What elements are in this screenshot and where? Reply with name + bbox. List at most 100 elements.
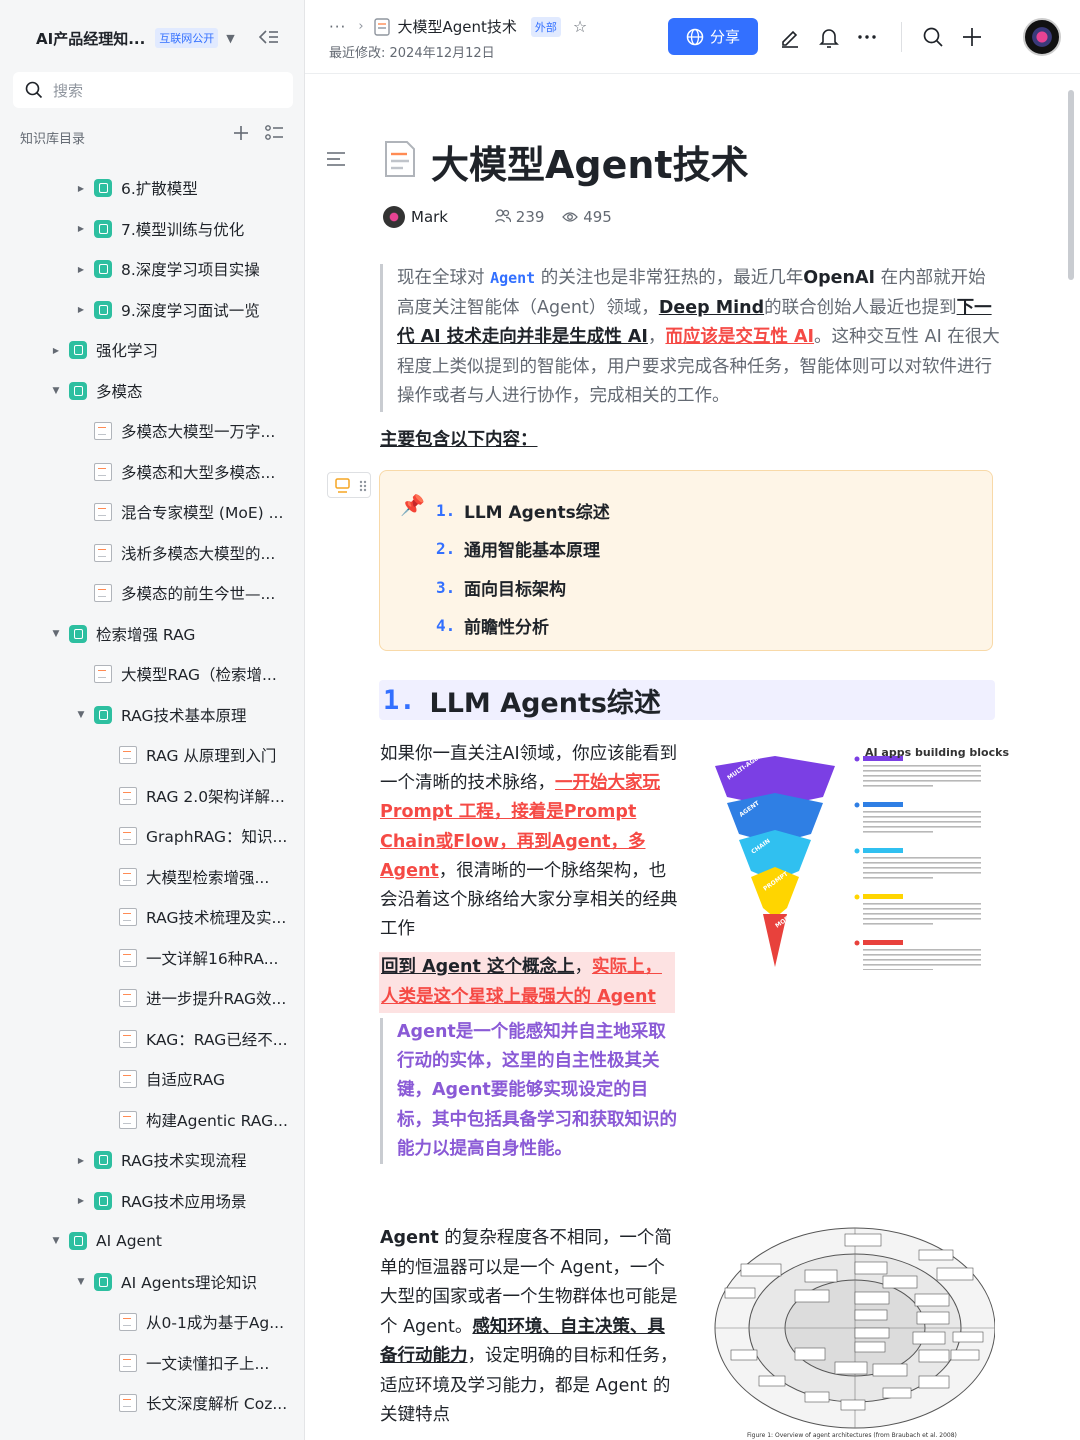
layer-dot [854, 940, 860, 946]
author-avatar [383, 206, 405, 228]
sidebar-item-label: 构建Agentic RAG... [146, 1111, 288, 1130]
share-button[interactable]: 分享 [668, 18, 758, 55]
outline-icon[interactable] [327, 152, 345, 166]
chevron-right-icon[interactable]: ▶ [50, 346, 62, 355]
sidebar-item[interactable]: 进一步提升RAG效... [0, 978, 305, 1019]
chevron-down-icon[interactable]: ▼ [50, 386, 62, 396]
sidebar-item[interactable]: ▶ RAG技术应用场景 [0, 1181, 305, 1222]
chevron-right-icon[interactable]: ▶ [75, 1156, 87, 1165]
layer-tag [863, 940, 903, 945]
sidebar-item[interactable]: RAG 从原理到入门 [0, 735, 305, 776]
sidebar-item[interactable]: ▶ 9.深度学习面试一览 [0, 290, 305, 331]
layer-tag [863, 894, 903, 899]
chevron-down-icon[interactable]: ▼ [75, 1277, 87, 1287]
text-line [863, 826, 981, 828]
chevron-down-icon[interactable]: ▼ [226, 32, 234, 45]
chevron-down-icon[interactable]: ▼ [50, 629, 62, 639]
layer-dot [854, 756, 860, 762]
sidebar-item[interactable]: 一文详解16种RA... [0, 938, 305, 979]
text-line [863, 872, 981, 874]
sidebar-item[interactable]: 大模型检索增强... [0, 857, 305, 898]
sidebar-item-label: 7.模型训练与优化 [121, 220, 245, 239]
block-handle[interactable] [327, 472, 371, 498]
breadcrumb: ··· › 大模型Agent技术 外部 ☆ [329, 16, 587, 37]
sidebar-item[interactable]: ▶ 8.深度学习项目实操 [0, 249, 305, 290]
search-input[interactable]: 搜索 [13, 72, 293, 108]
search-icon [25, 81, 43, 99]
chevron-down-icon[interactable]: ▼ [50, 1236, 62, 1246]
doc-icon [94, 422, 112, 441]
sidebar-item[interactable]: 多模态的前生今世—... [0, 573, 305, 614]
toc-item: 2. 通用智能基本原理 [436, 530, 610, 569]
sidebar-item-label: AI Agent [96, 1232, 162, 1251]
sidebar-item[interactable]: 一文读懂扣子上... [0, 1343, 305, 1384]
more-icon[interactable] [856, 26, 878, 48]
tree-list-icon[interactable] [264, 124, 284, 142]
plus-icon[interactable] [961, 26, 983, 48]
doc-icon [373, 17, 390, 36]
sidebar-item[interactable]: 从0-1成为基于Ag... [0, 1302, 305, 1343]
building-blocks-image[interactable]: AI apps building blocks MULTI-AGENT AGENT… [705, 740, 1009, 971]
sidebar-item-label: RAG 2.0架构详解... [146, 787, 285, 806]
search-icon[interactable] [922, 26, 944, 48]
sidebar-item[interactable]: 浅析多模态大模型的... [0, 533, 305, 574]
sidebar-item[interactable]: 大模型RAG（检索增... [0, 654, 305, 695]
kb-title[interactable]: AI产品经理知... [36, 28, 145, 49]
breadcrumb-more[interactable]: ··· [329, 18, 346, 36]
edit-icon[interactable] [779, 26, 801, 48]
text-line [863, 785, 933, 787]
sidebar-item[interactable]: 混合专家模型 (MoE) ... [0, 492, 305, 533]
sidebar-item[interactable]: ▼ 多模态 [0, 371, 305, 412]
sidebar-item[interactable]: ▶ RAG技术实现流程 [0, 1140, 305, 1181]
bell-icon[interactable] [818, 26, 840, 48]
top-bar: ··· › 大模型Agent技术 外部 ☆ 最近修改: 2024年12月12日 … [305, 0, 1080, 74]
architecture-overview-image[interactable]: Figure 1: Overview of agent architecture… [705, 1224, 996, 1440]
doc-icon [385, 141, 415, 177]
user-avatar[interactable] [1023, 18, 1061, 56]
chevron-right-icon[interactable]: ▶ [75, 184, 87, 193]
sidebar-item[interactable]: ▶ 7.模型训练与优化 [0, 209, 305, 250]
add-icon[interactable] [232, 124, 250, 142]
sidebar-item[interactable]: GraphRAG：知识... [0, 816, 305, 857]
chevron-right-icon[interactable]: ▶ [75, 265, 87, 274]
sidebar-item[interactable]: RAG 2.0架构详解... [0, 776, 305, 817]
sidebar-item[interactable]: ▼ RAG技术基本原理 [0, 695, 305, 736]
wiki-node-icon [94, 219, 112, 238]
doc-icon [94, 665, 112, 684]
wiki-node-icon [94, 705, 112, 724]
breadcrumb-doc-name[interactable]: 大模型Agent技术 [398, 16, 517, 37]
sidebar-item[interactable]: 多模态和大型多模态... [0, 452, 305, 493]
sidebar-item-label: 多模态大模型一万字... [121, 423, 276, 442]
image-caption: Figure 1: Overview of agent architecture… [747, 1432, 957, 1439]
sidebar-item-label: 大模型检索增强... [146, 868, 270, 887]
chevron-right-icon[interactable]: ▶ [75, 305, 87, 314]
sidebar-item[interactable]: 自适应RAG [0, 1059, 305, 1100]
intro-text: 现在全球对 [397, 268, 491, 288]
sidebar-item[interactable]: ▶ 6.扩散模型 [0, 168, 305, 209]
sidebar-item-label: 9.深度学习面试一览 [121, 301, 260, 320]
sidebar-item[interactable]: ▼ AI Agent [0, 1221, 305, 1262]
sidebar-item-label: 6.扩散模型 [121, 180, 198, 199]
last-modified: 最近修改: 2024年12月12日 [329, 46, 495, 61]
scrollbar[interactable] [1068, 90, 1074, 280]
sidebar-item[interactable]: 多模态大模型一万字... [0, 411, 305, 452]
toc-number: 1. [436, 500, 456, 520]
sidebar-item[interactable]: 构建Agentic RAG... [0, 1100, 305, 1141]
sidebar-item[interactable]: 长文深度解析 Coz... [0, 1383, 305, 1424]
collapse-sidebar-icon[interactable] [257, 27, 279, 47]
star-icon[interactable]: ☆ [573, 17, 587, 36]
author[interactable]: Mark [383, 206, 448, 228]
chevron-right-icon[interactable]: ▶ [75, 1196, 87, 1205]
sidebar-item[interactable]: RAG技术梳理及实... [0, 897, 305, 938]
chevron-down-icon[interactable]: ▼ [75, 710, 87, 720]
sidebar-item[interactable]: ▼ 检索增强 RAG [0, 614, 305, 655]
divider [901, 22, 902, 52]
sidebar-item[interactable]: ▶ 强化学习 [0, 330, 305, 371]
sidebar-item[interactable]: KAG：RAG已经不... [0, 1019, 305, 1060]
doc-icon [94, 543, 112, 562]
sidebar-item[interactable]: ▼ AI Agents理论知识 [0, 1262, 305, 1303]
chevron-right-icon[interactable]: ▶ [75, 224, 87, 233]
wiki-node-icon [69, 381, 87, 400]
text-line [863, 954, 981, 956]
sidebar-item-label: 大模型RAG（检索增... [121, 666, 277, 685]
